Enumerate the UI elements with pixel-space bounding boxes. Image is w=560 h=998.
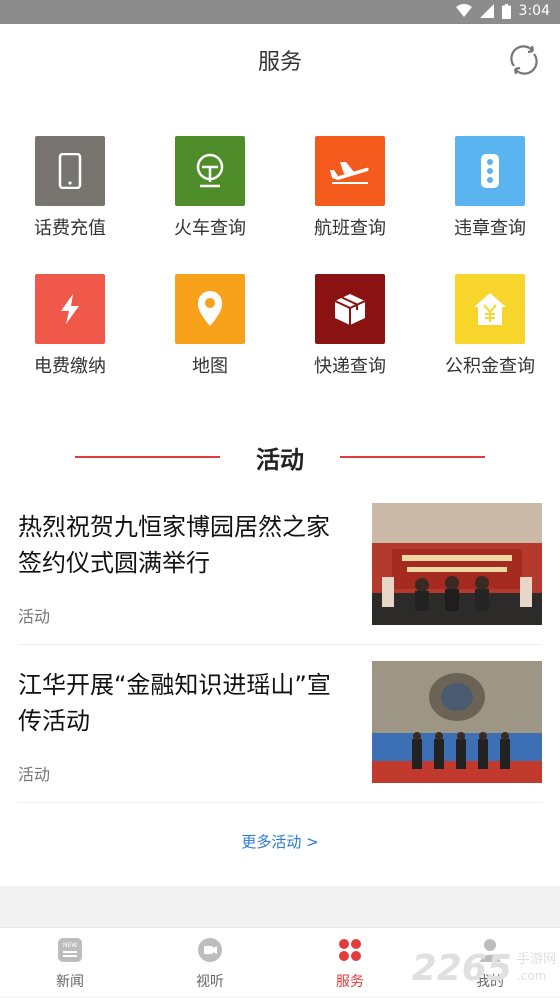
train-icon [192,152,228,190]
page-title: 服务 [0,44,560,76]
battery-icon [502,4,511,19]
service-express-query[interactable]: 快递查询 [280,274,420,404]
activity-section-header: 活动 [0,436,560,476]
service-tile [455,274,525,344]
article-headline: 热烈祝贺九恒家博园居然之家签约仪式圆满举行 [18,509,338,581]
lightning-icon [59,294,81,324]
svg-text:NEW: NEW [63,942,77,949]
service-label: 话费充值 [0,214,140,240]
news-icon: NEW [57,937,83,963]
tab-label: 服务 [280,971,420,991]
service-label: 电费缴纳 [0,352,140,378]
tab-label: 新闻 [0,971,140,991]
service-tile [175,136,245,206]
services-icon [337,937,363,963]
tab-video[interactable]: 视听 [140,928,280,998]
phone-icon [55,153,85,189]
service-label: 地图 [140,352,280,378]
main-content: 话费充值 火车查询 航班查询 违章查询 电费缴纳 [0,96,560,886]
article-thumbnail [372,503,542,625]
watermark-number: 2265 [412,948,512,989]
service-tile [315,136,385,206]
article-item[interactable]: 热烈祝贺九恒家博园居然之家签约仪式圆满举行 活动 [18,503,542,645]
tab-services[interactable]: 服务 [280,928,420,998]
video-icon [197,937,223,963]
service-tile [455,136,525,206]
divider [340,456,485,458]
more-activities-link[interactable]: 更多活动 > [0,831,560,852]
article-item[interactable]: 江华开展“金融知识进瑶山”宣传活动 活动 [18,661,542,803]
service-electricity-payment[interactable]: 电费缴纳 [0,274,140,404]
tab-label: 视听 [140,971,280,991]
service-violation-query[interactable]: 违章查询 [420,136,560,266]
wifi-icon [456,4,472,18]
signal-icon [480,4,494,18]
article-tag: 活动 [18,603,50,627]
package-icon [333,292,367,326]
plane-icon [330,158,370,184]
service-label: 火车查询 [140,214,280,240]
bottom-tab-bar: NEW 新闻 视听 服务 我的 2265 手游网 .com [0,927,560,997]
watermark-domain: .com [517,968,556,984]
article-headline: 江华开展“金融知识进瑶山”宣传活动 [18,667,338,739]
service-flight-query[interactable]: 航班查询 [280,136,420,266]
service-tile [315,274,385,344]
app-header: 服务 [0,24,560,96]
service-label: 违章查询 [420,214,560,240]
article-tag: 活动 [18,761,50,785]
service-tile [175,274,245,344]
house-yuan-icon [473,292,507,326]
service-train-query[interactable]: 火车查询 [140,136,280,266]
refresh-icon[interactable] [506,42,542,78]
service-map[interactable]: 地图 [140,274,280,404]
service-label: 航班查询 [280,214,420,240]
service-label: 公积金查询 [420,352,560,378]
traffic-light-icon [481,154,499,188]
article-thumbnail [372,661,542,783]
status-bar: 3:04 [0,0,560,24]
watermark-text: 手游网 [517,952,556,968]
service-mobile-recharge[interactable]: 话费充值 [0,136,140,266]
watermark-logo: 2265 手游网 .com [412,948,556,989]
service-tile [35,136,105,206]
service-label: 快递查询 [280,352,420,378]
service-tile [35,274,105,344]
service-housing-fund-query[interactable]: 公积金查询 [420,274,560,404]
status-time: 3:04 [519,3,550,19]
map-pin-icon [197,291,223,327]
tab-news[interactable]: NEW 新闻 [0,928,140,998]
